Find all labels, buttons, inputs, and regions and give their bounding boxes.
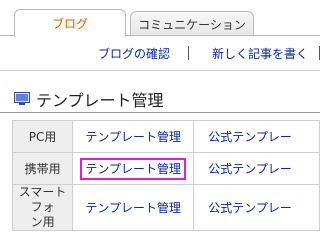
nav-divider (188, 46, 189, 60)
smartphone-template-manage-link[interactable]: テンプレート管理 (72, 184, 195, 231)
table-row: スマートフォ ン用 テンプレート管理 公式テンプレー (11, 184, 320, 231)
view-blog-link[interactable]: ブログの確認 (98, 45, 170, 62)
section-heading: テンプレート管理 (14, 87, 164, 111)
sub-navigation: ブログの確認 新しく記事を書く (0, 36, 320, 70)
page-title: テンプレート管理 (36, 91, 164, 110)
row-label-mobile: 携帯用 (11, 152, 74, 185)
heading-underline (0, 112, 320, 113)
mobile-template-manage-cell: テンプレート管理 (72, 152, 195, 185)
pc-official-template-link[interactable]: 公式テンプレー (193, 120, 320, 153)
table-row: 携帯用 テンプレート管理 公式テンプレー (11, 152, 320, 185)
pc-template-manage-link[interactable]: テンプレート管理 (72, 120, 195, 153)
row-label-pc: PC用 (11, 120, 74, 153)
tab-blog-label: ブログ (51, 17, 88, 31)
smartphone-official-template-link[interactable]: 公式テンプレー (193, 184, 320, 231)
monitor-icon (14, 92, 30, 105)
row-label-smartphone-line1: スマートフォ (18, 185, 67, 214)
tab-bar: ブログ コミュニケーション (0, 0, 320, 37)
template-table: PC用 テンプレート管理 公式テンプレー 携帯用 テンプレート管理 公式テンプレ… (11, 120, 320, 231)
write-new-post-link[interactable]: 新しく記事を書く (212, 45, 308, 62)
mobile-template-manage-link[interactable]: テンプレート管理 (80, 157, 187, 180)
row-label-smartphone: スマートフォ ン用 (11, 184, 74, 231)
table-row: PC用 テンプレート管理 公式テンプレー (11, 120, 320, 153)
mobile-official-template-link[interactable]: 公式テンプレー (193, 152, 320, 185)
tab-communication[interactable]: コミュニケーション (130, 11, 254, 36)
tab-blog[interactable]: ブログ (14, 9, 126, 37)
row-label-smartphone-line2: ン用 (30, 215, 55, 229)
subnav-divider (0, 70, 320, 71)
tab-communication-label: コミュニケーション (138, 17, 246, 32)
